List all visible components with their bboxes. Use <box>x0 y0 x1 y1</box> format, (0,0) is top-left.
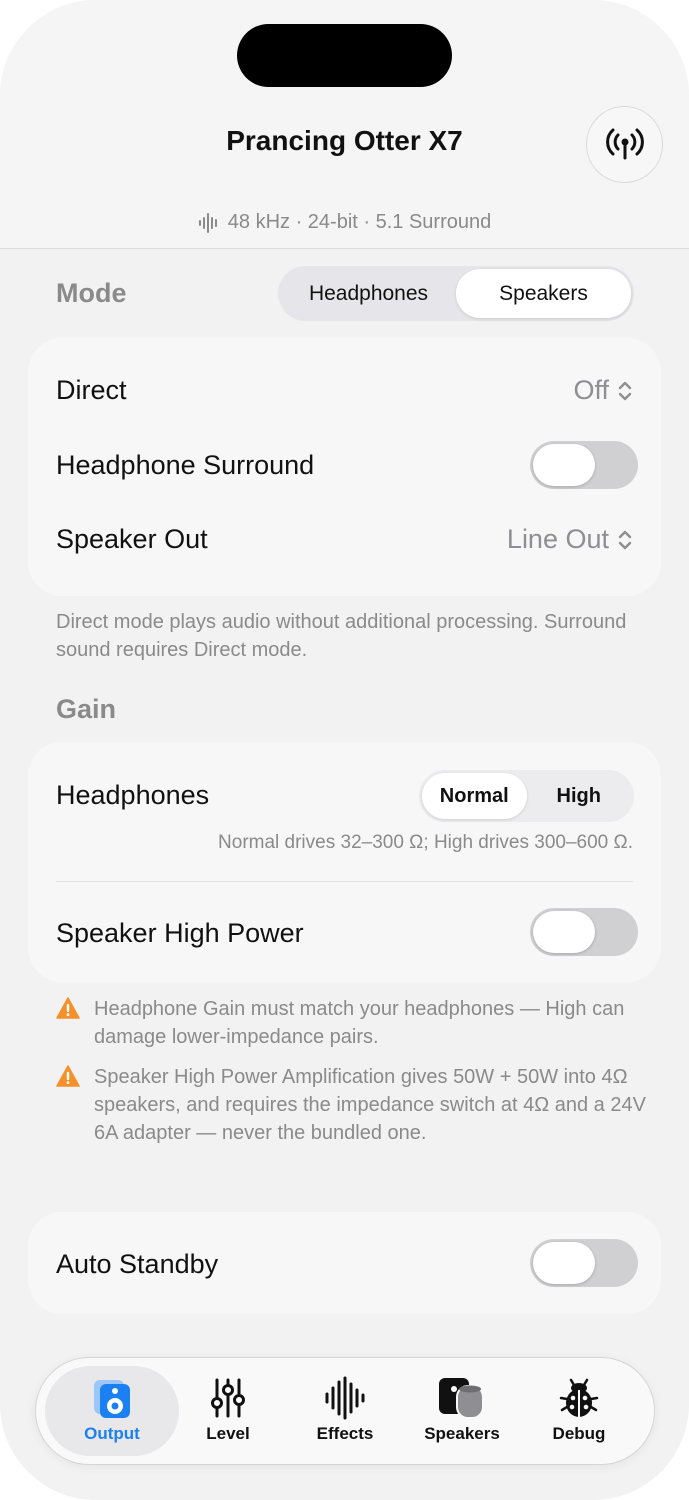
speaker-out-value: Line Out <box>506 524 609 554</box>
tab-output[interactable]: Output <box>45 1366 179 1456</box>
speaker-box-icon <box>94 1380 130 1418</box>
tab-label: Level <box>206 1424 250 1443</box>
standby-card: Auto Standby <box>28 1212 661 1314</box>
header: Prancing Otter X7 48 kHz · 24-bit · 5.1 … <box>0 0 689 249</box>
output-settings-card: Direct Off Headphone Surround Speaker Ou… <box>28 338 661 596</box>
toggle-knob <box>533 911 595 953</box>
waveform-icon <box>325 1376 365 1420</box>
audio-format-text: 48 kHz · 24-bit · 5.1 Surround <box>227 211 492 233</box>
divider <box>56 881 633 882</box>
chevron-up-down-icon <box>618 381 632 400</box>
mode-option-speakers[interactable]: Speakers <box>456 269 631 318</box>
gain-option-normal[interactable]: Normal <box>422 773 527 819</box>
headphones-gain-hint: Normal drives 32–300 Ω; High drives 300–… <box>218 832 633 853</box>
warning-triangle-icon <box>56 1065 80 1087</box>
antenna-button[interactable] <box>586 106 663 183</box>
auto-standby-label: Auto Standby <box>56 1249 219 1279</box>
tab-label: Output <box>84 1424 140 1443</box>
headphones-gain-label: Headphones <box>56 780 210 810</box>
direct-mode-note: Direct mode plays audio without addition… <box>56 611 627 661</box>
speaker-out-picker[interactable]: Line Out <box>507 524 633 555</box>
warning-triangle-icon <box>56 997 80 1019</box>
warning-text: Headphone Gain must match your headphone… <box>94 998 625 1048</box>
mode-segmented-control: Headphones Speakers <box>278 266 634 321</box>
headphone-surround-toggle[interactable] <box>530 441 638 489</box>
warning-headphone-gain: Headphone Gain must match your headphone… <box>56 995 646 1051</box>
warning-text: Speaker High Power Amplification gives 5… <box>94 1066 646 1144</box>
headphone-surround-label: Headphone Surround <box>56 450 315 480</box>
tab-bar: Output Level Effects Speakers Debug <box>35 1357 655 1465</box>
mode-label: Mode <box>56 278 127 308</box>
warning-speaker-high-power: Speaker High Power Amplification gives 5… <box>56 1063 646 1147</box>
gain-label: Gain <box>56 694 117 724</box>
format-line: 48 kHz · 24-bit · 5.1 Surround <box>0 211 689 234</box>
tab-level[interactable]: Level <box>161 1366 295 1456</box>
tab-label: Debug <box>552 1424 606 1443</box>
chevron-up-down-icon <box>618 530 632 549</box>
homepod-icon <box>439 1378 484 1419</box>
gain-option-high[interactable]: High <box>527 773 632 819</box>
tab-debug[interactable]: Debug <box>512 1366 646 1456</box>
waveform-small-icon <box>198 212 217 233</box>
sliders-icon <box>211 1378 245 1418</box>
headphones-gain-segmented-control: Normal High <box>419 770 634 822</box>
app-screen: Prancing Otter X7 48 kHz · 24-bit · 5.1 … <box>0 0 689 1500</box>
speaker-high-power-label: Speaker High Power <box>56 918 304 948</box>
tab-effects[interactable]: Effects <box>278 1366 412 1456</box>
direct-picker[interactable]: Off <box>573 375 633 406</box>
tab-label: Effects <box>316 1424 374 1443</box>
speaker-out-label: Speaker Out <box>56 524 208 554</box>
antenna-radiowaves-icon <box>605 128 644 159</box>
tab-label: Speakers <box>424 1424 500 1443</box>
speaker-high-power-toggle[interactable] <box>530 908 638 956</box>
mode-option-headphones[interactable]: Headphones <box>281 269 456 318</box>
gain-card: Headphones Normal High Normal drives 32–… <box>28 742 661 982</box>
toggle-knob <box>533 1242 595 1284</box>
tab-speakers[interactable]: Speakers <box>395 1366 529 1456</box>
ladybug-icon <box>559 1378 599 1417</box>
toggle-knob <box>533 444 595 486</box>
direct-label: Direct <box>56 375 127 405</box>
dynamic-island <box>237 24 452 87</box>
direct-value: Off <box>573 375 609 405</box>
auto-standby-toggle[interactable] <box>530 1239 638 1287</box>
